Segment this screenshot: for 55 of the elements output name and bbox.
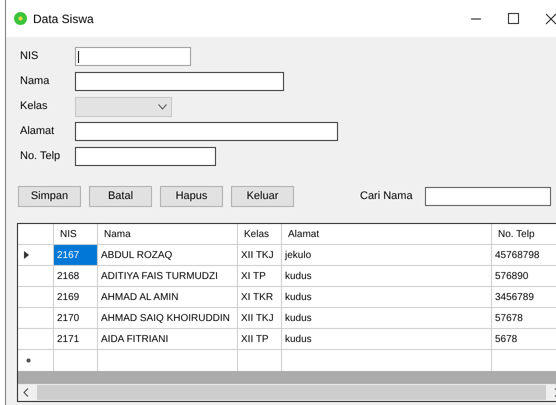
- table-cell: XII TP: [238, 329, 282, 349]
- column-header[interactable]: Kelas: [238, 224, 282, 244]
- table-cell: jekulo: [282, 245, 492, 265]
- table-cell: AHMAD SAIQ KHOIRUDDIN: [98, 308, 238, 328]
- text-caret: [78, 50, 79, 62]
- table-cell: kudus: [282, 308, 492, 328]
- table-cell: 57678: [492, 308, 556, 328]
- field-label: NIS: [20, 49, 40, 64]
- window-title: Data Siswa: [33, 10, 94, 28]
- column-header[interactable]: Alamat: [282, 224, 492, 244]
- field-label: No. Telp: [20, 149, 62, 164]
- action-button[interactable]: Hapus: [160, 186, 223, 206]
- table-cell: 2168: [54, 266, 98, 286]
- field-label: Nama: [20, 74, 50, 90]
- field-label: Kelas: [20, 99, 49, 114]
- table-cell: 2171: [54, 329, 98, 349]
- horizontal-scrollbar[interactable]: [18, 384, 556, 401]
- table-cell: 2167: [54, 245, 98, 265]
- column-header[interactable]: No. Telp: [492, 224, 556, 244]
- table-cell: 5678: [492, 329, 556, 349]
- column-header[interactable]: NIS: [54, 224, 98, 244]
- input-field[interactable]: [75, 122, 338, 141]
- table-cell: kudus: [282, 287, 492, 307]
- table-cell: XII TKJ: [238, 245, 282, 265]
- search-field[interactable]: [424, 186, 551, 206]
- current-row-icon: [24, 251, 29, 259]
- table-cell: AIDA FITRIANI: [98, 329, 238, 349]
- scroll-left-icon[interactable]: [23, 388, 29, 397]
- table-cell: 576890: [492, 266, 556, 286]
- action-button[interactable]: Keluar: [231, 186, 294, 206]
- table-cell: kudus: [282, 329, 492, 349]
- action-button[interactable]: Simpan: [18, 186, 81, 206]
- table-cell: 45768798: [492, 245, 556, 265]
- input-field[interactable]: [75, 47, 191, 66]
- table-cell: ADITIYA FAIS TURMUDZI: [98, 266, 238, 286]
- search-label: Cari Nama: [360, 188, 413, 204]
- table-cell: XII TKJ: [238, 308, 282, 328]
- column-header[interactable]: Nama: [98, 224, 238, 244]
- app-icon: [14, 12, 27, 25]
- field-label: Alamat: [20, 124, 56, 140]
- table-cell: AHMAD AL AMIN: [98, 287, 238, 307]
- input-field[interactable]: [75, 72, 284, 91]
- chevron-down-icon: [158, 104, 167, 110]
- action-button[interactable]: Batal: [89, 186, 152, 206]
- maximize-icon[interactable]: [508, 13, 519, 24]
- table-cell: 3456789: [492, 287, 556, 307]
- table-cell: XI TKR: [238, 287, 282, 307]
- table-cell: 2170: [54, 308, 98, 328]
- input-field[interactable]: [75, 147, 216, 166]
- table-cell: kudus: [282, 266, 492, 286]
- table-cell: 2169: [54, 287, 98, 307]
- table-cell: ABDUL ROZAQ: [98, 245, 238, 265]
- table-cell: XI TP: [238, 266, 282, 286]
- new-row-icon: [26, 358, 31, 363]
- close-icon[interactable]: [545, 12, 556, 24]
